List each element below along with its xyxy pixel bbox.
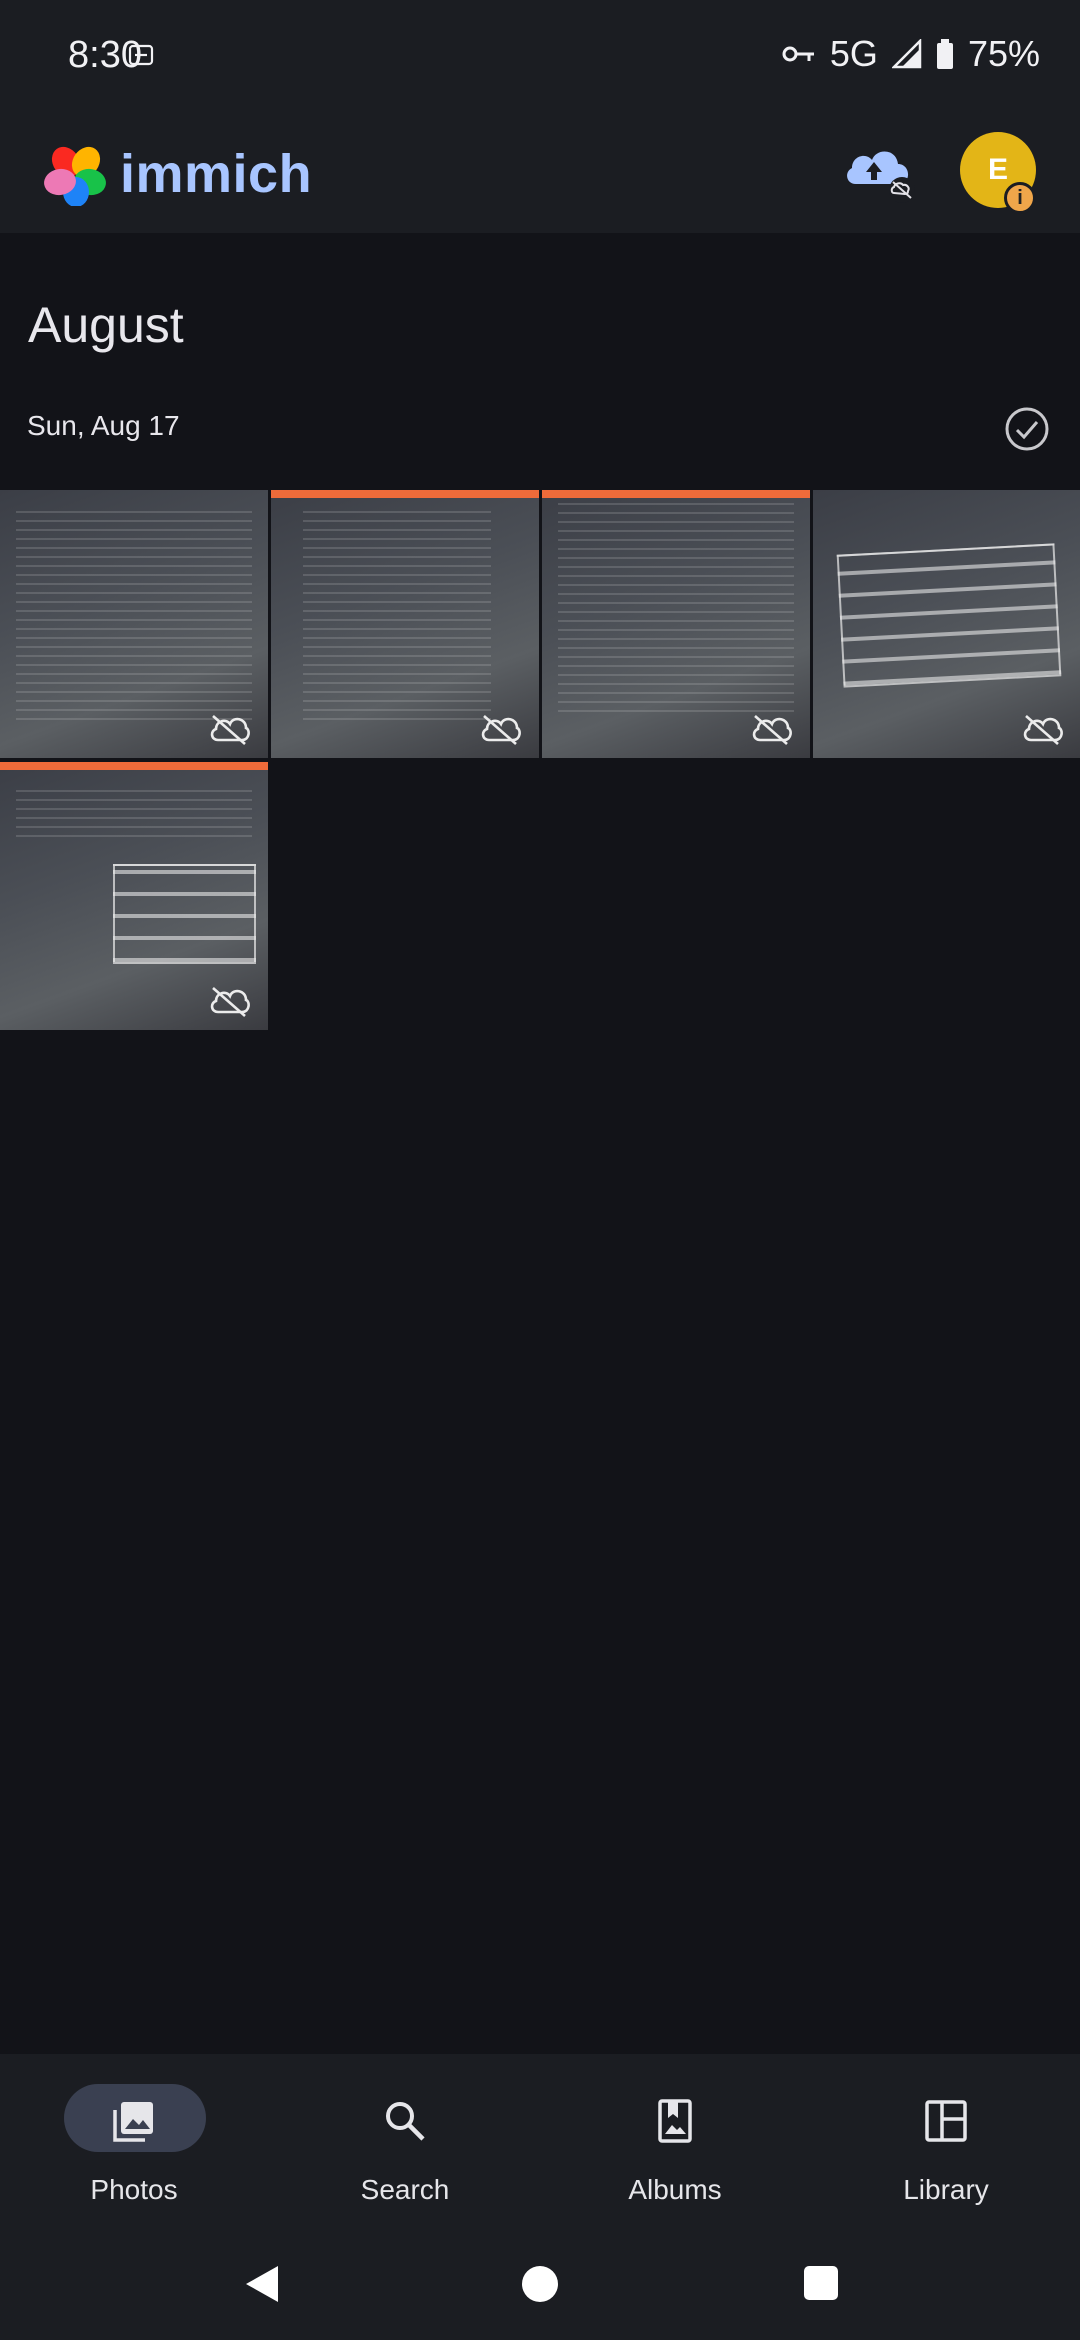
nav-photos[interactable]: Photos xyxy=(34,2084,234,2214)
photo-thumbnail[interactable] xyxy=(0,762,268,1030)
back-icon[interactable] xyxy=(244,2264,280,2304)
home-icon[interactable] xyxy=(522,2266,558,2302)
bottom-navigation: Photos Search Albums Library xyxy=(0,2054,1080,2234)
photo-thumbnail[interactable] xyxy=(271,490,539,758)
select-all-check-icon[interactable] xyxy=(1004,406,1050,452)
status-icons: 5G 75% xyxy=(782,33,1040,74)
nav-label: Albums xyxy=(628,2174,722,2205)
nav-library[interactable]: Library xyxy=(846,2084,1046,2214)
info-badge-icon: i xyxy=(1004,182,1036,214)
vpn-icon xyxy=(128,44,154,66)
nav-albums[interactable]: Albums xyxy=(575,2084,775,2214)
search-icon xyxy=(386,2102,425,2141)
battery-icon xyxy=(936,39,953,69)
logo-text: immich xyxy=(120,144,313,204)
app-bar: immich E i xyxy=(0,108,1080,233)
cloud-off-icon xyxy=(481,715,521,745)
nav-label: Photos xyxy=(90,2174,178,2205)
key-icon xyxy=(782,46,814,62)
backup-cloud-icon[interactable] xyxy=(840,138,920,208)
photos-icon xyxy=(113,2102,153,2142)
immich-logo: immich xyxy=(44,142,312,206)
recent-apps-icon[interactable] xyxy=(804,2266,838,2300)
month-title: August xyxy=(28,297,184,353)
cloud-off-icon xyxy=(210,715,250,745)
cloud-off-icon xyxy=(1023,715,1063,745)
battery-level: 75% xyxy=(967,33,1040,74)
photo-thumbnail[interactable] xyxy=(0,490,268,758)
network-type: 5G xyxy=(829,33,878,74)
signal-icon xyxy=(891,39,922,69)
day-title: Sun, Aug 17 xyxy=(27,410,180,441)
cloud-off-icon xyxy=(210,987,250,1017)
nav-search[interactable]: Search xyxy=(305,2084,505,2214)
albums-icon xyxy=(658,2099,692,2143)
nav-label: Search xyxy=(360,2174,450,2205)
cloud-off-icon xyxy=(752,715,792,745)
nav-label: Library xyxy=(903,2174,989,2205)
status-bar: 8:30 5G 75% xyxy=(0,0,1080,108)
immich-logo-icon xyxy=(44,146,106,206)
photo-thumbnail[interactable] xyxy=(542,490,810,758)
library-icon xyxy=(925,2100,967,2142)
system-navigation-bar xyxy=(0,2234,1080,2340)
photo-thumbnail[interactable] xyxy=(813,490,1080,758)
